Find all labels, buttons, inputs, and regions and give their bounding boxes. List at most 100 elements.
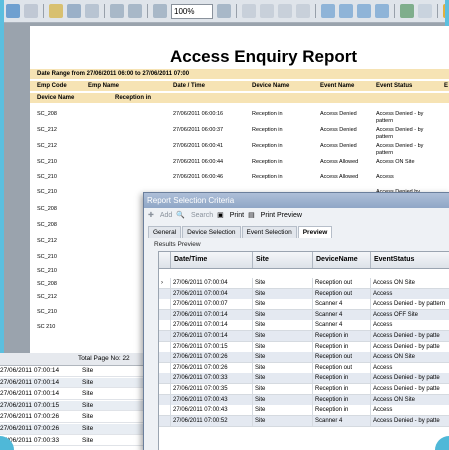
zoom-in-icon[interactable] [128,4,142,18]
print-preview-button[interactable]: ▤ Print Preview [248,209,302,223]
grid-row[interactable]: 27/06/2011 07:00:43 Site Reception in Acces… [159,405,449,417]
report-event-name: Access Allowed [320,159,359,165]
prev-page-icon[interactable] [260,4,274,18]
grid-col-date-time[interactable]: Date/Time [171,252,253,268]
row-selector[interactable] [159,299,171,310]
row-selector[interactable] [159,373,171,384]
grid-cell-site: Site [253,288,313,299]
pages-icon[interactable] [357,4,371,18]
report-event-name: Access Denied [320,143,357,149]
next-page-icon[interactable] [278,4,292,18]
grid-row[interactable]: 27/06/2011 07:00:14 Site Reception in Acces… [159,331,449,342]
watermark-icon[interactable] [375,4,389,18]
grid-col-device-name[interactable]: DeviceName [313,252,371,268]
report-emp-code: SC_210 [37,268,57,274]
group-device-value: Reception in [115,95,152,101]
columns-icon[interactable] [339,4,353,18]
row-selector[interactable] [159,320,171,331]
search-button[interactable]: 🔍 Search [176,209,213,223]
left-panel-row[interactable]: 27/06/2011 07:00:26 Site [0,412,160,423]
first-page-icon[interactable] [242,4,256,18]
report-date-time: 27/06/2011 06:00:37 [173,127,224,133]
report-device-name: Reception in [252,127,283,133]
row-selector[interactable]: › [159,278,171,288]
last-page-icon[interactable] [296,4,310,18]
grid-cell-event-status: Access [371,405,449,415]
grid-row[interactable]: 27/06/2011 07:00:15 Site Reception in Acces… [159,341,449,353]
tab-device-selection[interactable]: Device Selection [182,226,241,238]
grid-row[interactable]: 27/06/2011 07:00:14 Site Scanner 4 Access [159,320,449,332]
toolbar-separator [43,4,44,18]
row-selector[interactable] [159,384,171,394]
highlight-icon[interactable] [443,4,445,18]
report-emp-code: SC_208 [37,281,57,287]
row-selector[interactable] [159,352,171,363]
left-panel-row[interactable]: 27/06/2011 07:00:26 Site [0,424,160,435]
zoom-out-icon[interactable] [153,4,167,18]
grid-cell-site: Site [253,278,313,288]
report-emp-code: SC_210 [37,254,57,260]
zoom-select[interactable]: 100% [171,3,213,19]
grid-col-event-status[interactable]: EventStatus [371,252,449,268]
row-selector[interactable] [159,415,171,426]
tab-event-selection[interactable]: Event Selection [241,226,297,238]
add-button[interactable]: ✚ Add [148,209,172,223]
report-event-status: Access [376,174,394,180]
app-window: 100% Access Enquiry Report Date Range fr… [0,0,449,450]
grid-row[interactable]: 27/06/2011 07:00:14 Site Scanner 4 Access O… [159,309,449,321]
left-panel-row[interactable]: 27/06/2011 07:00:14 Site [0,377,160,389]
tab-preview[interactable]: Preview [297,226,333,238]
grid-row[interactable]: 27/06/2011 07:00:33 Site Reception in Acces… [159,373,449,385]
tab-general[interactable]: General [148,226,182,238]
row-selector[interactable] [159,405,171,416]
grid-row[interactable]: 27/06/2011 07:00:04 Site Reception out Acce… [159,288,449,300]
hand-icon[interactable] [110,4,124,18]
grid-cell-site: Site [253,415,313,426]
page-icon[interactable] [24,4,38,18]
layout-icon[interactable] [321,4,335,18]
col-device-name: Device Name [252,83,290,89]
export-icon[interactable] [85,4,99,18]
report-emp-code: SC_212 [37,238,57,244]
grid-corner-icon[interactable] [159,252,171,268]
left-panel-row[interactable]: 27/06/2011 07:00:14 Site [0,366,160,377]
grid-row[interactable]: 27/06/2011 07:00:26 Site Reception out Acce… [159,362,449,374]
grid-col-site[interactable]: Site [253,252,313,268]
open-folder-icon[interactable] [49,4,63,18]
grid-row[interactable]: › 27/06/2011 07:00:04 Site Reception out Acc… [159,278,449,289]
results-grid[interactable]: Date/Time Site DeviceName EventStatus › 2… [158,251,449,450]
grid-row[interactable]: 27/06/2011 07:00:43 Site Reception in Acces… [159,394,449,406]
save-icon[interactable] [400,4,414,18]
grid-cell-event-status: Access [371,289,449,299]
row-selector[interactable] [159,331,171,341]
left-panel-row[interactable]: 27/06/2011 07:00:33 Site [0,435,160,447]
row-selector[interactable] [159,288,171,299]
left-panel-row[interactable]: 27/06/2011 07:00:15 Site [0,400,160,412]
col-date-time: Date / Time [173,83,205,89]
row-selector[interactable] [159,362,171,373]
grid-cell-date-time: 27/06/2011 07:00:04 [171,278,253,288]
row-selector[interactable] [159,309,171,320]
zoom-icon[interactable] [217,4,231,18]
grid-cell-site: Site [253,352,313,363]
grid-cell-site: Site [253,405,313,416]
dialog-title: Report Selection Criteria [144,193,449,208]
grid-cell-date-time: 27/06/2011 07:00:26 [171,362,253,373]
row-selector[interactable] [159,394,171,405]
grid-row[interactable]: 27/06/2011 07:00:52 Site Scanner 4 Access D… [159,415,449,427]
print-button[interactable]: ▣ Print [217,209,244,223]
print-label: Print [229,212,245,219]
left-panel-row[interactable]: 27/06/2011 07:00:14 Site [0,389,160,400]
print-icon[interactable] [67,4,81,18]
grid-cell-device-name: Reception out [313,288,371,299]
grid-row[interactable]: 27/06/2011 07:00:07 Site Scanner 4 Access D… [159,299,449,311]
row-selector[interactable] [159,341,171,352]
chart-icon[interactable] [6,4,20,18]
grid-row[interactable]: 27/06/2011 07:00:35 Site Reception in Acces… [159,384,449,395]
grid-row[interactable]: 27/06/2011 07:00:26 Site Reception out Acce… [159,352,449,364]
report-row: SC_212 27/06/2011 06:00:37 Reception in Acc… [30,127,449,141]
toolbar-separator [315,4,316,18]
email-icon[interactable] [418,4,432,18]
grid-cell-event-status: Access Denied - by patte [371,384,449,394]
left-row-site: Site [82,390,94,398]
